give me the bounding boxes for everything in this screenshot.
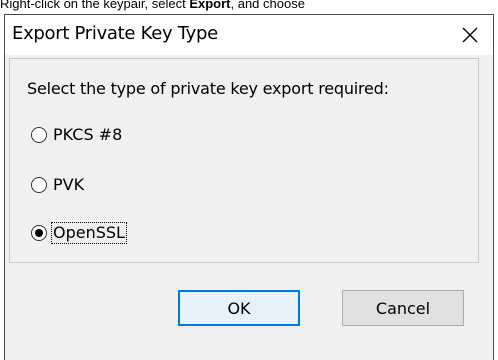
radio-pkcs8[interactable]: PKCS #8	[31, 123, 123, 147]
radio-pvk[interactable]: PVK	[31, 173, 85, 197]
radio-button-circle-selected[interactable]	[31, 225, 47, 241]
ok-button[interactable]: OK	[178, 290, 300, 326]
radio-button-circle[interactable]	[31, 127, 47, 143]
title-bar: Export Private Key Type	[5, 15, 493, 55]
export-type-prompt: Select the type of private key export re…	[27, 79, 389, 98]
caption-bold: Export	[189, 0, 231, 11]
caption-suffix: , and choose	[230, 0, 305, 11]
radio-label: PKCS #8	[53, 125, 123, 144]
close-button[interactable]	[447, 15, 493, 55]
radio-button-circle[interactable]	[31, 177, 47, 193]
caption-prefix: Right-click on the keypair, select	[0, 0, 190, 11]
dialog-title: Export Private Key Type	[12, 23, 218, 44]
ok-button-label: OK	[227, 298, 251, 318]
radio-label: OpenSSL	[51, 222, 127, 244]
radio-openssl[interactable]: OpenSSL	[31, 221, 127, 245]
close-icon	[462, 27, 478, 43]
radio-label: PVK	[53, 175, 85, 194]
cancel-button-label: Cancel	[375, 298, 431, 318]
cancel-button[interactable]: Cancel	[342, 290, 464, 326]
instruction-caption: Right-click on the keypair, select Expor…	[0, 0, 305, 13]
